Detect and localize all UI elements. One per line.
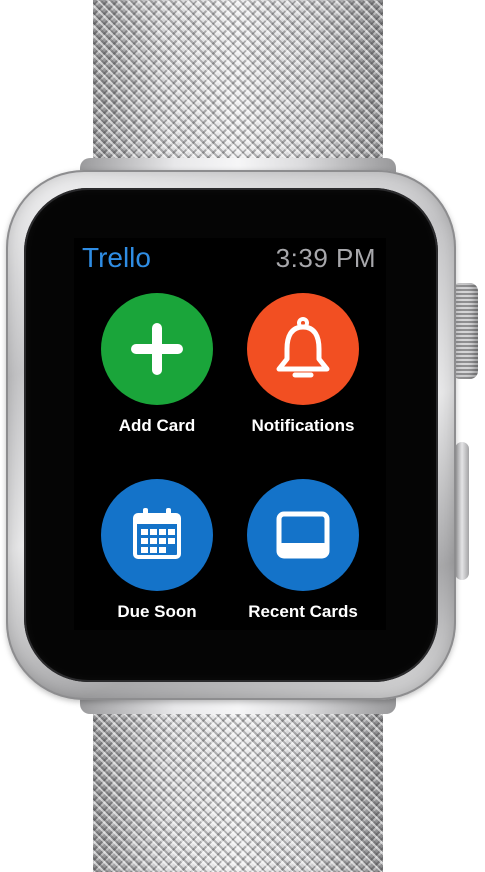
- apple-watch-mockup: Trello 3:39 PM Add Card Notifications Du…: [0, 0, 485, 872]
- due-soon-button[interactable]: Due Soon: [82, 479, 232, 629]
- add-card-button[interactable]: Add Card: [82, 293, 232, 443]
- due-soon-circle: [101, 479, 213, 591]
- plus-icon: [131, 323, 183, 375]
- notifications-button[interactable]: Notifications: [228, 293, 378, 443]
- add-card-label: Add Card: [118, 416, 196, 435]
- due-soon-label: Due Soon: [117, 602, 197, 621]
- card-icon: [276, 511, 330, 559]
- recent-cards-circle: [247, 479, 359, 591]
- add-card-circle: [101, 293, 213, 405]
- recent-cards-label: Recent Cards: [248, 602, 358, 621]
- recent-cards-button[interactable]: Recent Cards: [228, 479, 378, 629]
- side-button[interactable]: [455, 442, 469, 580]
- bell-icon: [276, 317, 330, 378]
- status-bar: Trello 3:39 PM: [74, 238, 386, 282]
- calendar-icon: [133, 508, 181, 559]
- notifications-label: Notifications: [251, 416, 355, 435]
- watch-band-bottom: [93, 690, 383, 872]
- app-title[interactable]: Trello: [82, 242, 151, 274]
- watch-display: Trello 3:39 PM Add Card Notifications Du…: [74, 238, 386, 630]
- clock: 3:39 PM: [275, 243, 376, 273]
- notifications-circle: [247, 293, 359, 405]
